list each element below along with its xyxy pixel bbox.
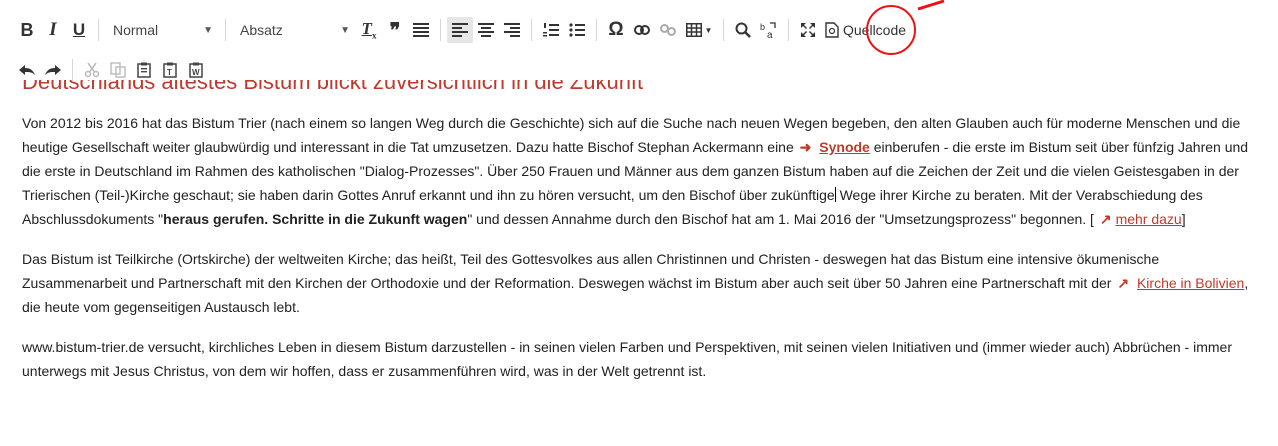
- toolbar-separator: [531, 19, 532, 41]
- link-button[interactable]: [629, 17, 655, 43]
- heading-text: Deutschlands ältestes Bistum blickt zuve…: [22, 80, 644, 94]
- chevron-down-icon: ▼: [340, 24, 350, 36]
- paragraph: Von 2012 bis 2016 hat das Bistum Trier (…: [22, 111, 1260, 231]
- paragraph-text: Das Bistum ist Teilkirche (Ortskirche) d…: [22, 251, 1160, 291]
- copy-icon: [110, 62, 126, 78]
- numbered-list-button[interactable]: [538, 17, 564, 43]
- special-char-icon: Ω: [608, 19, 624, 40]
- source-label: Quellcode: [843, 22, 907, 38]
- find-icon: [735, 22, 751, 38]
- bold-button[interactable]: B: [14, 17, 40, 43]
- paragraph-text: " und dessen Annahme durch den Bischof h…: [467, 211, 1098, 227]
- special-char-button[interactable]: Ω: [603, 17, 629, 43]
- font-size-select[interactable]: Normal ▼: [105, 17, 219, 43]
- bulleted-list-button[interactable]: [564, 17, 590, 43]
- link-icon: [634, 25, 650, 35]
- toolbar-separator: [788, 19, 789, 41]
- cut-icon: [84, 62, 100, 78]
- bulleted-list-icon: [569, 23, 585, 37]
- toolbar-separator: [72, 59, 73, 81]
- justify-icon: [413, 23, 429, 37]
- toolbar-separator: [723, 19, 724, 41]
- synode-link[interactable]: Synode: [819, 139, 870, 155]
- paste-word-icon: W: [189, 62, 203, 78]
- svg-text:b: b: [760, 22, 765, 32]
- unlink-button[interactable]: [655, 17, 681, 43]
- maximize-button[interactable]: [795, 17, 821, 43]
- toolbar-separator: [225, 19, 226, 41]
- align-center-icon: [478, 23, 494, 37]
- chevron-down-icon: ▼: [203, 24, 213, 36]
- svg-text:W: W: [192, 68, 200, 77]
- bolivia-link[interactable]: Kirche in Bolivien: [1137, 275, 1244, 291]
- paragraph: Das Bistum ist Teilkirche (Ortskirche) d…: [22, 247, 1260, 319]
- toolbar-row-1: B I U Normal ▼ Absatz ▼ Tx ❞ Ω ▼ b a Que…: [0, 12, 910, 48]
- source-icon: [825, 22, 839, 38]
- italic-button[interactable]: I: [40, 17, 66, 43]
- paragraph-text: ]: [1181, 211, 1186, 227]
- find-button[interactable]: [730, 17, 756, 43]
- align-left-button[interactable]: [447, 17, 473, 43]
- external-link-icon: ↗: [1099, 211, 1112, 227]
- format-select[interactable]: Absatz ▼: [232, 17, 356, 43]
- paragraph-text: www.bistum-trier.de versucht, kirchliche…: [22, 339, 1232, 379]
- annotation-arrow: [917, 0, 945, 10]
- blockquote-icon: ❞: [389, 19, 401, 42]
- remove-format-icon: Tx: [361, 19, 377, 41]
- align-left-icon: [452, 23, 468, 37]
- toolbar-separator: [98, 19, 99, 41]
- font-size-value: Normal: [113, 22, 159, 38]
- justify-button[interactable]: [408, 17, 434, 43]
- remove-format-button[interactable]: Tx: [356, 17, 382, 43]
- align-center-button[interactable]: [473, 17, 499, 43]
- replace-button[interactable]: ba: [756, 17, 782, 43]
- blockquote-button[interactable]: ❞: [382, 17, 408, 43]
- external-link-icon: ↗: [1117, 275, 1130, 291]
- editor-content[interactable]: Von 2012 bis 2016 hat das Bistum Trier (…: [22, 111, 1260, 399]
- more-link[interactable]: mehr dazu: [1116, 211, 1182, 227]
- format-value: Absatz: [240, 22, 283, 38]
- bold-text: heraus gerufen. Schritte in die Zukunft …: [163, 211, 468, 227]
- chevron-down-icon: ▼: [704, 25, 713, 35]
- document-heading: Deutschlands ältestes Bistum blickt zuve…: [22, 80, 922, 100]
- underline-button[interactable]: U: [66, 17, 92, 43]
- replace-icon: ba: [760, 22, 776, 39]
- toolbar-separator: [440, 19, 441, 41]
- source-button[interactable]: Quellcode: [821, 17, 910, 43]
- toolbar-separator: [596, 19, 597, 41]
- table-icon: [685, 23, 702, 37]
- unlink-icon: [660, 24, 676, 36]
- paragraph: www.bistum-trier.de versucht, kirchliche…: [22, 335, 1260, 383]
- numbered-list-icon: [543, 23, 559, 37]
- editor-toolbar: B I U Normal ▼ Absatz ▼ Tx ❞ Ω ▼ b a Que…: [0, 0, 1278, 90]
- align-right-button[interactable]: [499, 17, 525, 43]
- align-right-icon: [504, 23, 520, 37]
- internal-link-arrow-icon: ➜: [799, 139, 812, 155]
- svg-text:T: T: [167, 68, 172, 77]
- svg-text:a: a: [767, 30, 773, 39]
- paste-text-icon: T: [163, 62, 177, 78]
- paste-icon: [137, 62, 151, 78]
- redo-icon: [45, 65, 61, 75]
- maximize-icon: [801, 23, 815, 37]
- undo-icon: [19, 65, 35, 75]
- table-button[interactable]: ▼: [681, 17, 717, 43]
